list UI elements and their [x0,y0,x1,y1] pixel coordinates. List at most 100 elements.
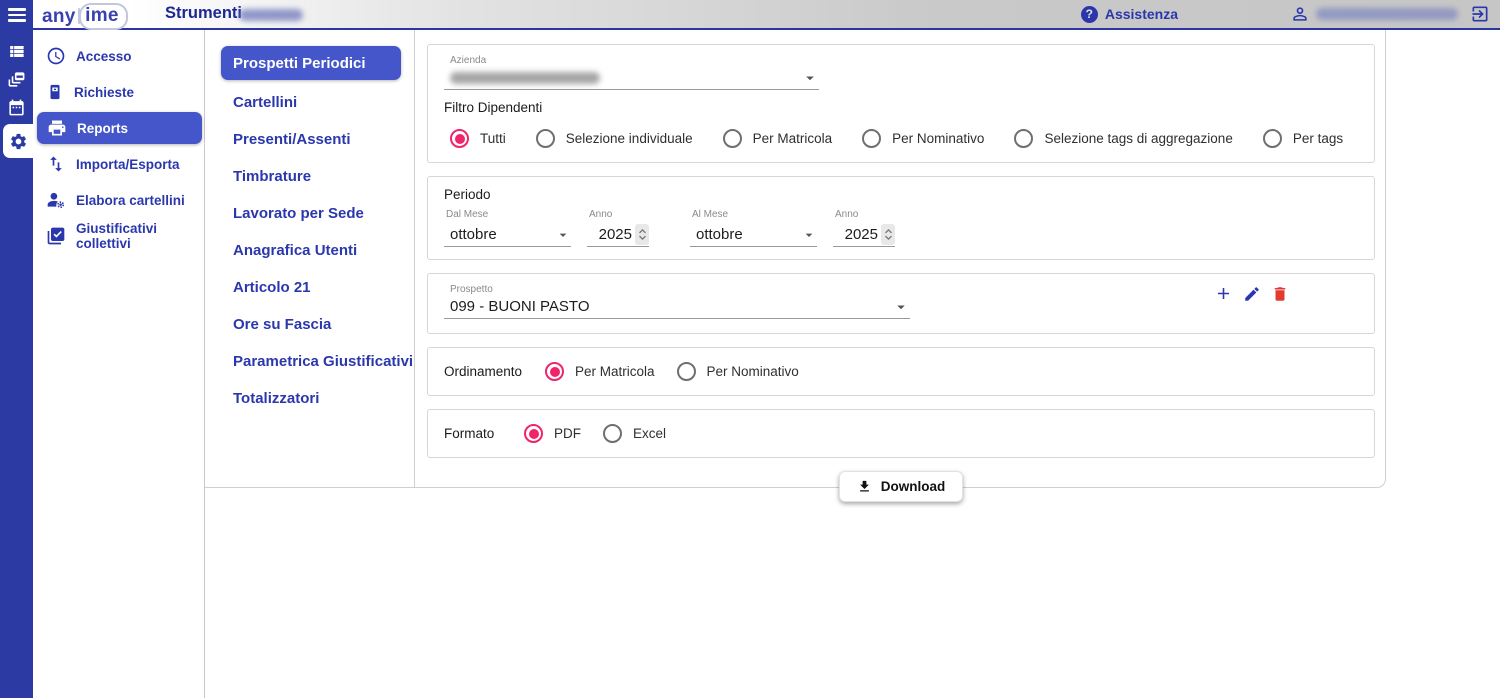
filtro-radio-group: Tutti Selezione individuale Per Matricol… [444,129,1358,148]
anytime-logo[interactable]: any ime [42,3,128,30]
anno-label: Anno [835,209,859,220]
submenu-item-articolo-21[interactable]: Articolo 21 [205,269,414,306]
radio-dot [722,129,742,148]
chevron-down-icon [892,298,910,316]
chevron-down-icon [801,69,819,87]
add-prospetto-button[interactable] [1214,284,1233,303]
reports-submenu: Prospetti Periodici Cartellini Presenti/… [205,30,415,487]
chevron-down-icon [555,227,571,243]
submenu-item-cartellini[interactable]: Cartellini [205,84,414,121]
radio-dot [524,424,543,443]
radio-selezione-individuale[interactable]: Selezione individuale [535,129,693,148]
radio-selezione-tags-aggregazione[interactable]: Selezione tags di aggregazione [1014,129,1233,148]
radio-dot [1014,129,1034,148]
prospetto-select[interactable]: 099 - BUONI PASTO [444,295,910,319]
radio-per-tags[interactable]: Per tags [1262,129,1343,148]
radio-formato-pdf[interactable]: PDF [524,424,581,443]
calendar-icon[interactable] [0,93,33,121]
submenu-item-timbrature[interactable]: Timbrature [205,158,414,195]
radio-dot [450,129,469,148]
download-button[interactable]: Download [838,471,964,502]
radio-per-matricola[interactable]: Per Matricola [722,129,832,148]
page-title-redacted-text [239,9,303,21]
content-panel: Prospetti Periodici Cartellini Presenti/… [205,30,1386,502]
nav-item-importa-esporta[interactable]: Importa/Esporta [33,146,204,182]
delete-prospetto-button[interactable] [1271,285,1289,303]
year-spinner[interactable] [881,224,895,245]
azienda-filtro-card: Azienda Filtro Dipendenti Tutti Selezion… [427,44,1375,163]
radio-dot [862,129,882,148]
dal-mese-select[interactable]: ottobre [444,223,571,247]
radio-per-nominativo[interactable]: Per Nominativo [862,129,984,148]
radio-dot [603,424,622,443]
icon-rail [0,30,33,698]
submenu-item-presenti-assenti[interactable]: Presenti/Assenti [205,121,414,158]
nav-label: Reports [77,120,129,136]
settings-gear-icon-active[interactable] [3,124,33,158]
formato-label: Formato [444,426,495,441]
al-mese-select[interactable]: ottobre [690,223,817,247]
dal-anno-field: Anno 2025 [587,209,649,247]
dal-anno-input[interactable]: 2025 [587,223,649,247]
submenu-item-ore-su-fascia[interactable]: Ore su Fascia [205,306,414,343]
nav-label: Elabora cartellini [76,192,185,208]
user-email-redacted[interactable] [1316,8,1458,20]
azienda-value-redacted [450,71,600,84]
radio-tutti[interactable]: Tutti [450,129,506,148]
year-spinner[interactable] [635,224,649,245]
nav-label: Richieste [74,84,135,100]
radio-dot [535,129,555,148]
main-nav-sidebar: Accesso Richieste Reports Importa/Esport… [33,30,205,698]
anno-label: Anno [589,209,613,220]
nav-label: Importa/Esporta [76,156,180,172]
chevron-down-icon [801,227,817,243]
device-icon [46,83,64,101]
assistenza-link[interactable]: ? Assistenza [1080,5,1178,23]
logo-text-any: any [42,5,76,27]
dynamic-feed-icon[interactable] [0,65,33,93]
ordinamento-label: Ordinamento [444,364,523,379]
logout-icon[interactable] [1470,4,1490,24]
radio-formato-excel[interactable]: Excel [603,424,666,443]
ordinamento-radio-group: Per Matricola Per Nominativo [545,362,799,381]
radio-ordinamento-per-nominativo[interactable]: Per Nominativo [676,362,799,381]
nav-item-accesso[interactable]: Accesso [33,38,204,74]
formato-radio-group: PDF Excel [524,424,666,443]
submenu-item-lavorato-per-sede[interactable]: Lavorato per Sede [205,195,414,232]
periodo-title: Periodo [444,187,491,202]
edit-prospetto-button[interactable] [1243,285,1261,303]
app-header: any ime Strumenti ? Assistenza [33,0,1500,30]
al-anno-input[interactable]: 2025 [833,223,895,247]
user-account-icon[interactable] [1290,4,1310,24]
hamburger-menu-icon[interactable] [0,0,33,30]
printer-icon [47,118,67,138]
layered-check-icon [46,226,66,246]
radio-dot [676,362,696,381]
azienda-select[interactable] [444,66,819,90]
submenu-item-prospetti-periodici[interactable]: Prospetti Periodici [221,46,401,80]
prospetto-card: Prospetto 099 - BUONI PASTO [427,273,1375,334]
submenu-item-parametrica-giustificativi[interactable]: Parametrica Giustificativi [205,343,414,380]
dal-mese-field: Dal Mese ottobre [444,209,571,247]
nav-item-elabora-cartellini[interactable]: Elabora cartellini [33,182,204,218]
azienda-label: Azienda [450,55,487,66]
logo-cloud: ime [79,3,128,30]
nav-label: Giustificativi collettivi [76,221,158,251]
radio-dot [1262,129,1282,148]
nav-item-reports[interactable]: Reports [37,112,202,144]
nav-item-richieste[interactable]: Richieste [33,74,204,110]
al-mese-label: Al Mese [692,209,729,220]
radio-ordinamento-per-matricola[interactable]: Per Matricola [545,362,655,381]
al-anno-field: Anno 2025 [833,209,895,247]
prospetto-actions [1214,284,1289,303]
view-list-icon[interactable] [0,37,33,65]
nav-item-giustificativi-collettivi[interactable]: Giustificativi collettivi [33,218,204,254]
filtro-dipendenti-label: Filtro Dipendenti [444,100,543,115]
page-title: Strumenti [165,4,243,22]
submenu-item-anagrafica-utenti[interactable]: Anagrafica Utenti [205,232,414,269]
person-gear-icon [46,190,66,210]
formato-card: Formato PDF Excel [427,409,1375,458]
nav-label: Accesso [76,48,132,64]
submenu-item-totalizzatori[interactable]: Totalizzatori [205,380,414,417]
clock-icon [46,46,66,66]
